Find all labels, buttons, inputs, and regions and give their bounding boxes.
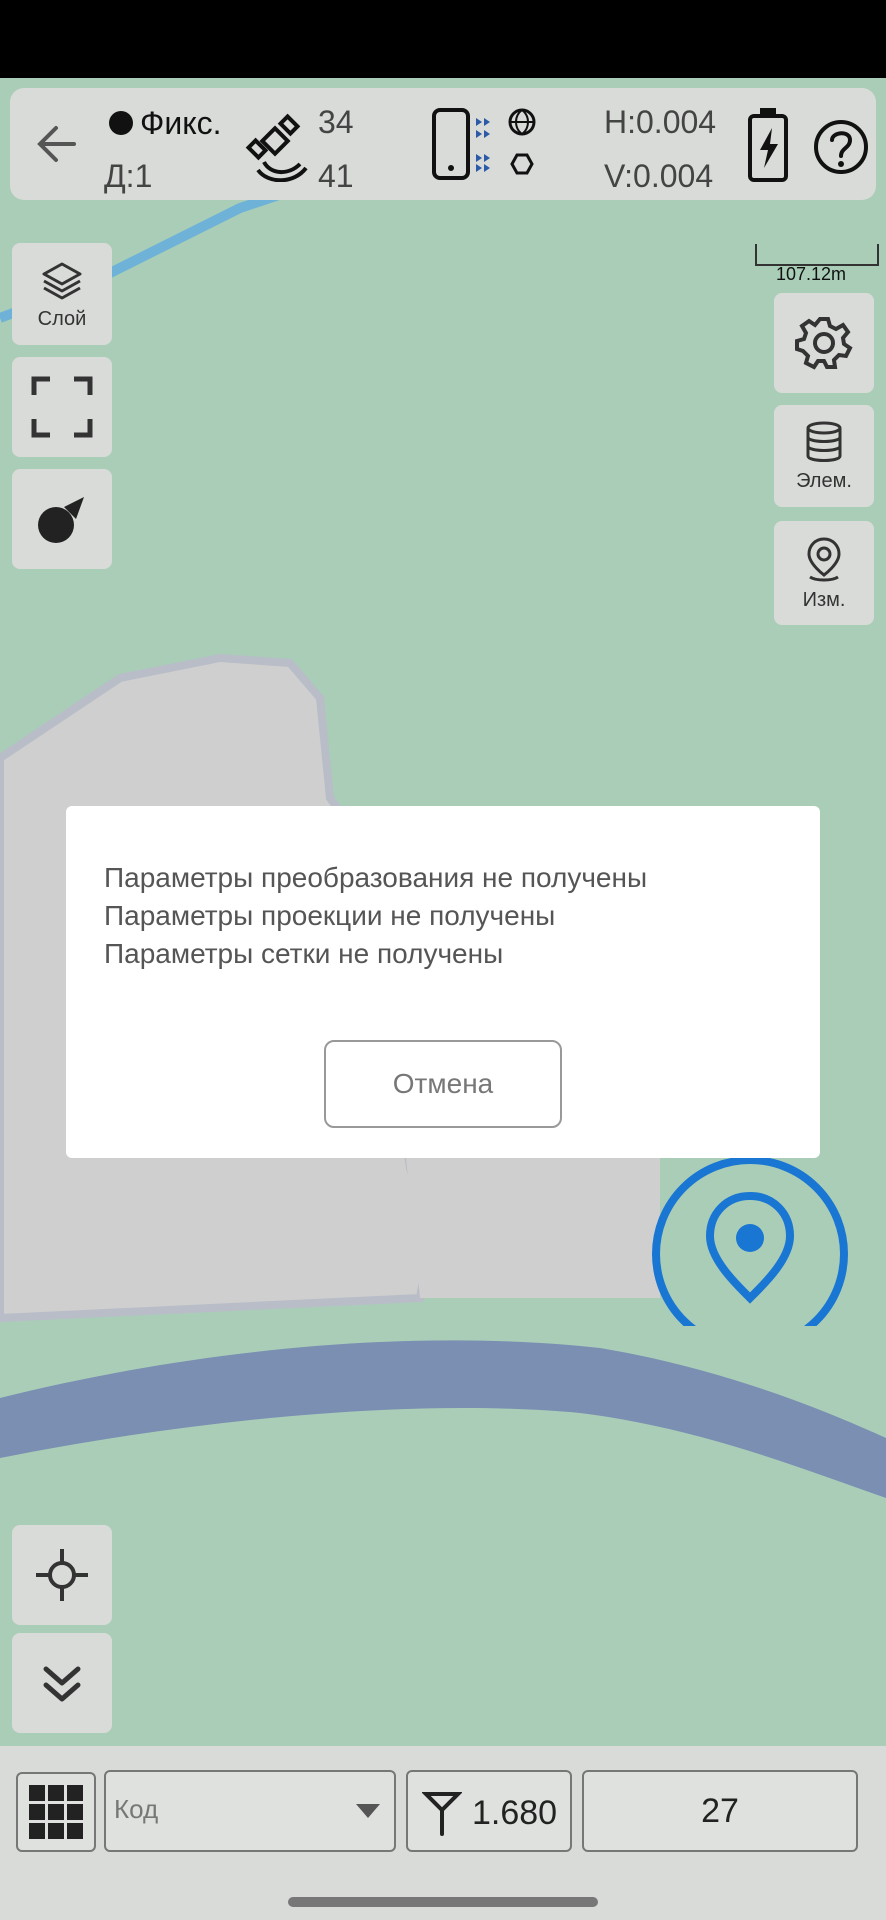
elements-button[interactable]: Элем. [774, 405, 874, 507]
sats-visible-count: 41 [318, 158, 354, 194]
road-band [0, 1340, 886, 1498]
point-number-field[interactable]: 27 [582, 1770, 858, 1852]
measure-label: Изм. [802, 588, 846, 611]
crosshair-icon [36, 1549, 88, 1601]
double-chevron-down-icon [43, 1666, 81, 1702]
system-status-bar [0, 0, 886, 78]
fullscreen-icon [31, 376, 93, 438]
compass-icon [38, 497, 84, 543]
back-arrow-icon[interactable] [32, 118, 84, 170]
bottom-toolbar: Код 1.680 27 [0, 1746, 886, 1920]
fix-status-text: Фикс. [140, 105, 222, 141]
fix-status-dot-icon [109, 111, 133, 135]
measure-button[interactable]: Изм. [774, 521, 874, 625]
fullscreen-button[interactable] [12, 357, 112, 457]
dialog-message-line-3: Параметры сетки не получены [104, 938, 504, 969]
v-precision: V:0.004 [604, 158, 714, 194]
home-indicator[interactable] [288, 1897, 598, 1907]
elements-label: Элем. [796, 469, 852, 492]
layers-icon [42, 262, 82, 299]
gear-icon [795, 317, 853, 370]
layers-button[interactable]: Слой [12, 243, 112, 345]
point-number-value: 27 [701, 1792, 739, 1830]
battery-charging-icon [748, 108, 788, 182]
grid-icon [29, 1785, 83, 1839]
sats-used-count: 34 [318, 104, 354, 140]
device-link-icon[interactable] [430, 106, 540, 182]
help-icon[interactable] [812, 118, 870, 176]
antenna-height-value: 1.680 [472, 1794, 558, 1832]
chevron-down-icon [356, 1804, 380, 1818]
scale-bar [755, 244, 879, 266]
diff-age-text: Д:1 [104, 158, 153, 194]
locate-button[interactable] [12, 1525, 112, 1625]
h-precision: H:0.004 [604, 104, 717, 140]
dialog-message-line-1: Параметры преобразования не получены [104, 862, 648, 893]
layers-label: Слой [37, 307, 87, 330]
map-pin-icon [807, 536, 841, 581]
satellite-icon[interactable] [244, 112, 312, 182]
grid-menu-button[interactable] [16, 1772, 96, 1852]
compass-button[interactable] [12, 469, 112, 569]
antenna-icon [422, 1792, 462, 1836]
code-select[interactable]: Код [104, 1770, 396, 1852]
settings-button[interactable] [774, 293, 874, 393]
antenna-height-button[interactable]: 1.680 [406, 1770, 572, 1852]
collapse-button[interactable] [12, 1633, 112, 1733]
database-icon [806, 421, 842, 462]
scale-bar-label: 107.12m [776, 264, 847, 284]
warning-dialog: Параметры преобразования не получены Пар… [66, 806, 820, 1158]
code-placeholder: Код [114, 1794, 159, 1824]
cancel-button[interactable]: Отмена [324, 1040, 562, 1128]
dialog-message-line-2: Параметры проекции не получены [104, 900, 556, 931]
